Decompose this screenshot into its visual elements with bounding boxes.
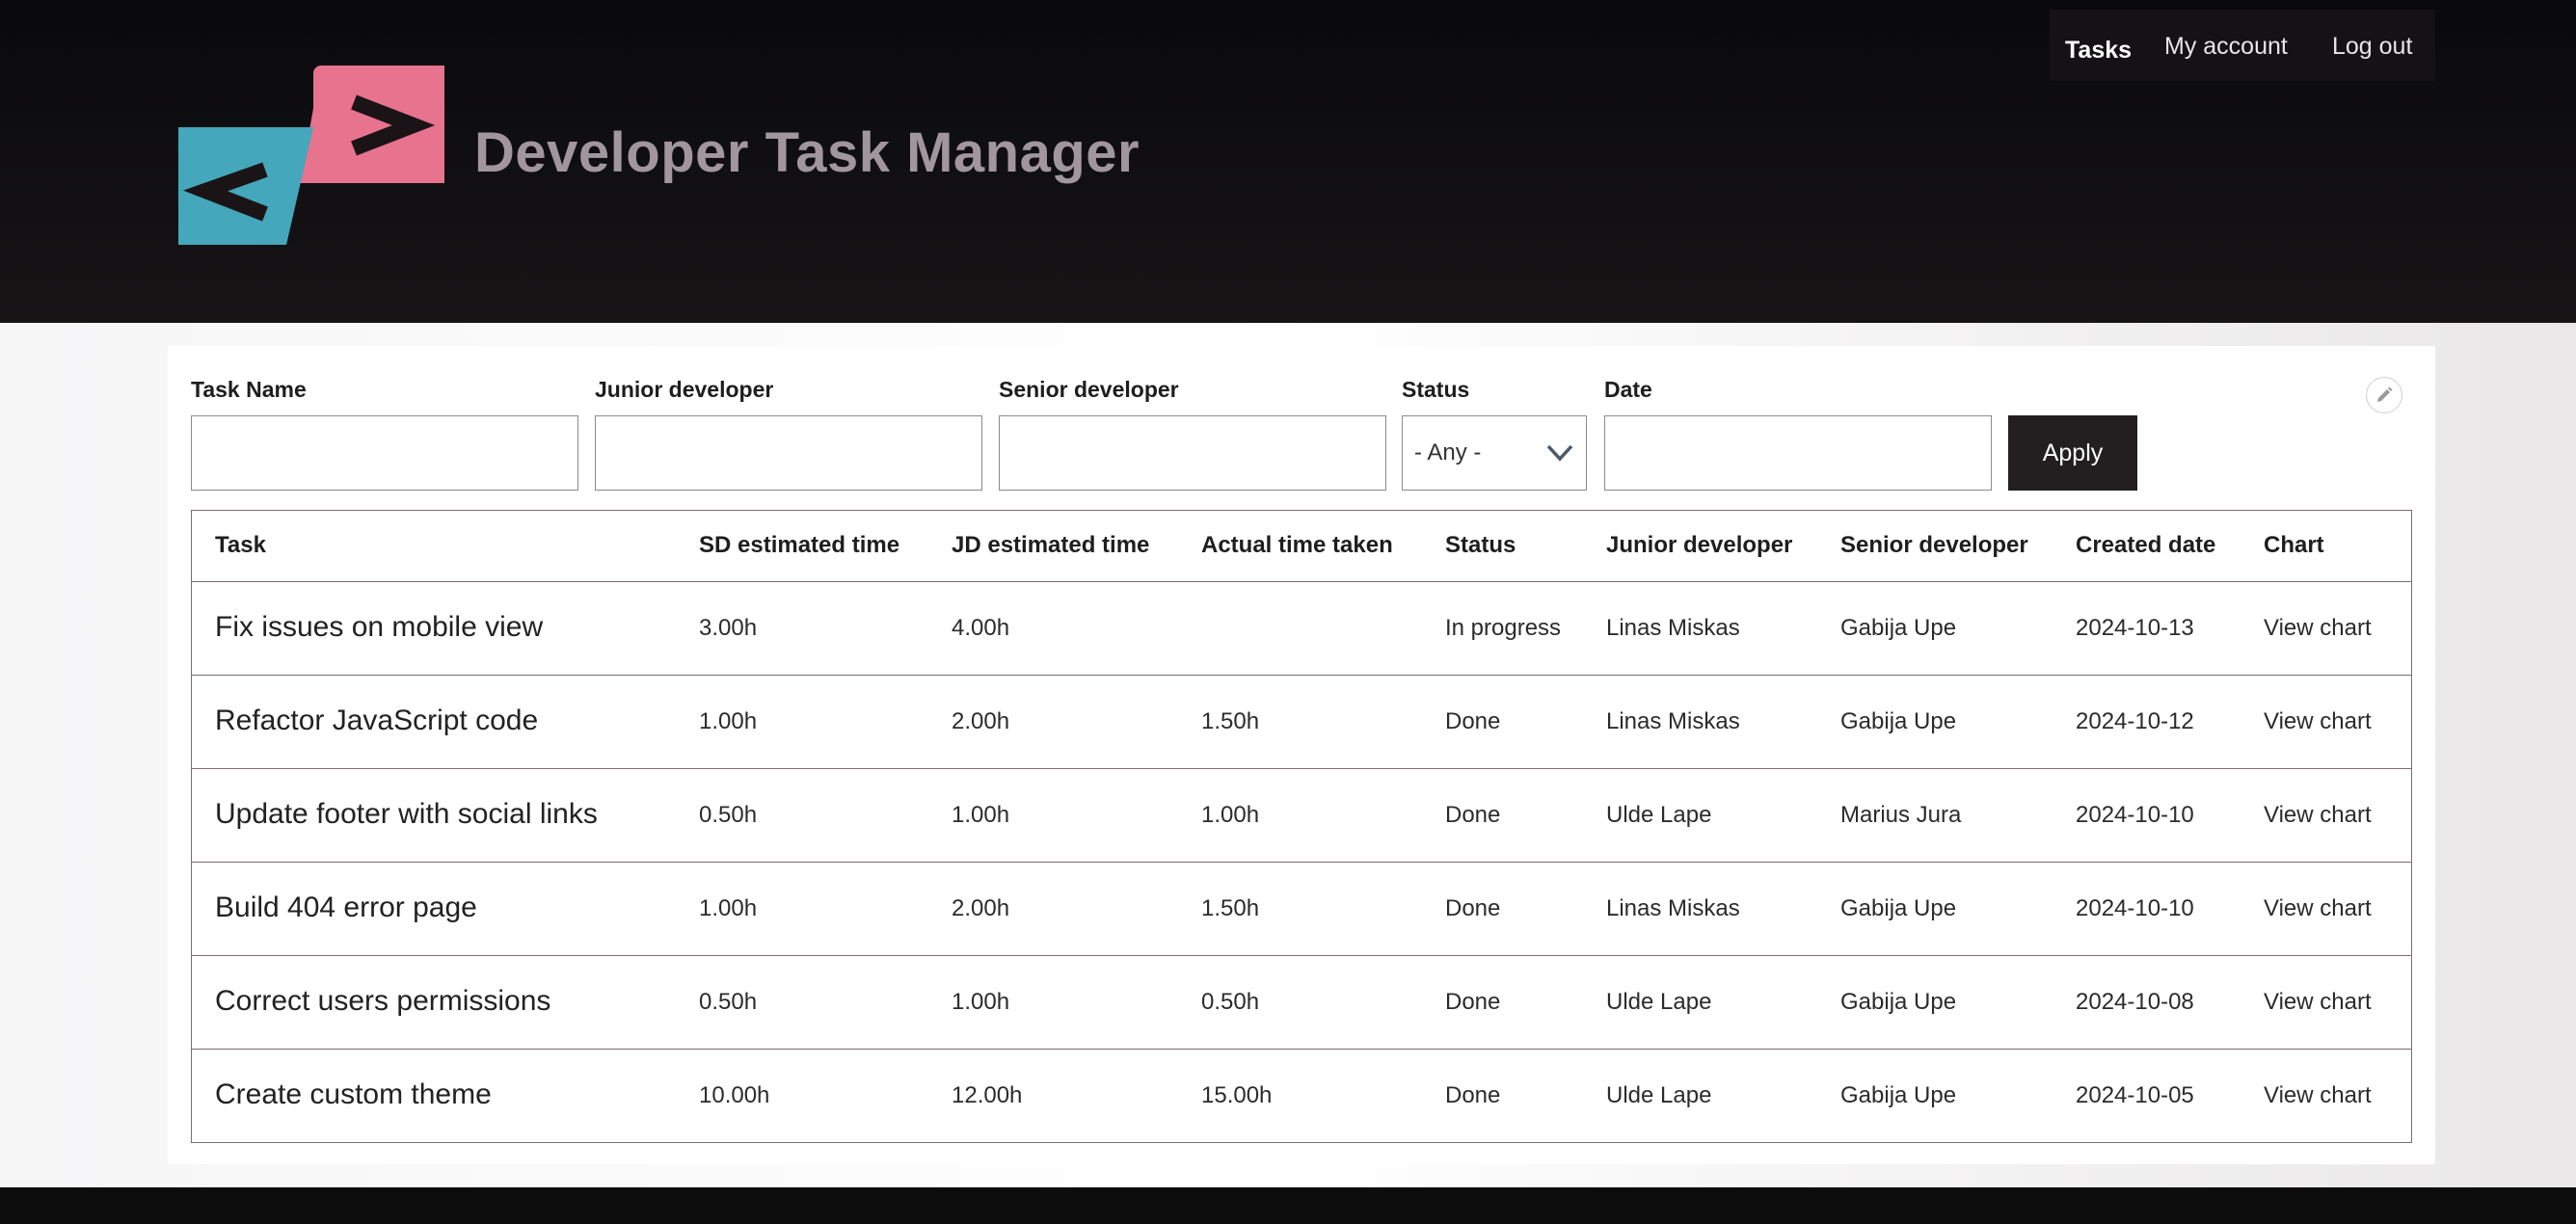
- created-date: 2024-10-12: [2076, 708, 2194, 734]
- table-row: Update footer with social links 0.50h 1.00…: [192, 769, 2411, 863]
- senior-developer-label: Senior developer: [999, 377, 1179, 402]
- created-date: 2024-10-08: [2076, 989, 2194, 1015]
- junior-developer-input[interactable]: [595, 415, 982, 491]
- date-label: Date: [1604, 377, 1652, 402]
- actual-time: 0.50h: [1201, 989, 1260, 1015]
- table-row: Refactor JavaScript code 1.00h 2.00h 1.50h D…: [192, 676, 2411, 769]
- column-header-senior-developer: Senior developer: [1840, 532, 2028, 558]
- site-logo[interactable]: [178, 64, 448, 247]
- column-header-sd-estimated: SD estimated time: [699, 532, 900, 558]
- junior-developer: Linas Miskas: [1606, 708, 1740, 734]
- senior-developer: Gabija Upe: [1840, 895, 1957, 921]
- tasks-table: Task SD estimated time JD estimated time…: [191, 510, 2412, 1143]
- view-chart-link[interactable]: View chart: [2264, 708, 2372, 735]
- jd-estimated-time: 2.00h: [952, 708, 1010, 734]
- column-header-created-date: Created date: [2076, 532, 2216, 558]
- sd-estimated-time: 1.00h: [699, 708, 758, 734]
- task-name-input[interactable]: [191, 415, 578, 491]
- status: Done: [1445, 895, 1501, 921]
- created-date: 2024-10-10: [2076, 895, 2194, 921]
- created-date: 2024-10-13: [2076, 615, 2194, 641]
- view-chart-link[interactable]: View chart: [2264, 802, 2372, 829]
- junior-developer: Linas Miskas: [1606, 895, 1740, 921]
- jd-estimated-time: 4.00h: [952, 615, 1010, 641]
- status-label: Status: [1402, 377, 1470, 402]
- created-date: 2024-10-05: [2076, 1082, 2194, 1108]
- view-chart-link[interactable]: View chart: [2264, 615, 2372, 642]
- edit-view-icon[interactable]: [2366, 377, 2402, 413]
- task-name: Update footer with social links: [215, 798, 598, 830]
- jd-estimated-time: 1.00h: [952, 802, 1010, 828]
- site-header: Developer Task Manager Tasks My account …: [0, 0, 2576, 323]
- junior-developer: Ulde Lape: [1606, 989, 1712, 1015]
- status: Done: [1445, 708, 1501, 734]
- column-header-task: Task: [215, 532, 266, 558]
- column-header-chart: Chart: [2264, 532, 2324, 558]
- site-footer: [0, 1187, 2576, 1224]
- column-header-junior-developer: Junior developer: [1606, 532, 1793, 558]
- actual-time: 15.00h: [1201, 1082, 1273, 1108]
- view-chart-link[interactable]: View chart: [2264, 895, 2372, 922]
- column-header-actual-time: Actual time taken: [1201, 532, 1393, 558]
- task-name: Build 404 error page: [215, 891, 477, 923]
- site-title[interactable]: Developer Task Manager: [474, 120, 1140, 185]
- status: Done: [1445, 802, 1501, 828]
- nav-my-account[interactable]: My account: [2164, 33, 2288, 61]
- task-view: Task Name Junior developer Senior develo…: [168, 346, 2435, 1164]
- sd-estimated-time: 3.00h: [699, 615, 758, 641]
- sd-estimated-time: 0.50h: [699, 989, 758, 1015]
- senior-developer: Marius Jura: [1840, 802, 1962, 828]
- sd-estimated-time: 1.00h: [699, 895, 758, 921]
- table-body: Fix issues on mobile view 3.00h 4.00h In pr…: [192, 582, 2411, 1142]
- main-nav: Tasks My account Log out: [2050, 10, 2435, 81]
- view-chart-link[interactable]: View chart: [2264, 1082, 2372, 1109]
- sd-estimated-time: 0.50h: [699, 802, 758, 828]
- status-select[interactable]: - Any -: [1402, 415, 1587, 491]
- status: In progress: [1445, 615, 1562, 641]
- status-select-value: - Any -: [1414, 439, 1482, 466]
- chevron-down-icon: [1546, 444, 1573, 462]
- created-date: 2024-10-10: [2076, 802, 2194, 828]
- junior-developer: Ulde Lape: [1606, 802, 1712, 828]
- senior-developer-input[interactable]: [999, 415, 1386, 491]
- apply-button[interactable]: Apply: [2008, 415, 2137, 491]
- table-header: Task SD estimated time JD estimated time…: [192, 511, 2411, 582]
- junior-developer: Ulde Lape: [1606, 1082, 1712, 1108]
- actual-time: 1.00h: [1201, 802, 1260, 828]
- table-row: Fix issues on mobile view 3.00h 4.00h In pr…: [192, 582, 2411, 676]
- view-chart-link[interactable]: View chart: [2264, 989, 2372, 1016]
- status: Done: [1445, 989, 1501, 1015]
- task-name: Create custom theme: [215, 1078, 492, 1110]
- task-name: Fix issues on mobile view: [215, 611, 544, 643]
- senior-developer: Gabija Upe: [1840, 615, 1957, 641]
- junior-developer-label: Junior developer: [595, 377, 774, 402]
- table-row: Create custom theme 10.00h 12.00h 15.00h Don…: [192, 1050, 2411, 1142]
- sd-estimated-time: 10.00h: [699, 1082, 770, 1108]
- task-name: Refactor JavaScript code: [215, 705, 539, 736]
- senior-developer: Gabija Upe: [1840, 708, 1957, 734]
- junior-developer: Linas Miskas: [1606, 615, 1740, 641]
- task-name-label: Task Name: [191, 377, 307, 402]
- jd-estimated-time: 2.00h: [952, 895, 1010, 921]
- column-header-status: Status: [1445, 532, 1516, 558]
- column-header-jd-estimated: JD estimated time: [952, 532, 1150, 558]
- jd-estimated-time: 1.00h: [952, 989, 1010, 1015]
- actual-time: 1.50h: [1201, 895, 1260, 921]
- date-input[interactable]: [1604, 415, 1992, 491]
- nav-tasks[interactable]: Tasks: [2065, 37, 2132, 65]
- jd-estimated-time: 12.00h: [952, 1082, 1023, 1108]
- actual-time: 1.50h: [1201, 708, 1260, 734]
- status: Done: [1445, 1082, 1501, 1108]
- table-row: Build 404 error page 1.00h 2.00h 1.50h Done L…: [192, 863, 2411, 956]
- table-row: Correct users permissions 0.50h 1.00h 0.50h…: [192, 956, 2411, 1050]
- senior-developer: Gabija Upe: [1840, 989, 1957, 1015]
- senior-developer: Gabija Upe: [1840, 1082, 1957, 1108]
- task-name: Correct users permissions: [215, 985, 551, 1017]
- nav-log-out[interactable]: Log out: [2332, 33, 2412, 61]
